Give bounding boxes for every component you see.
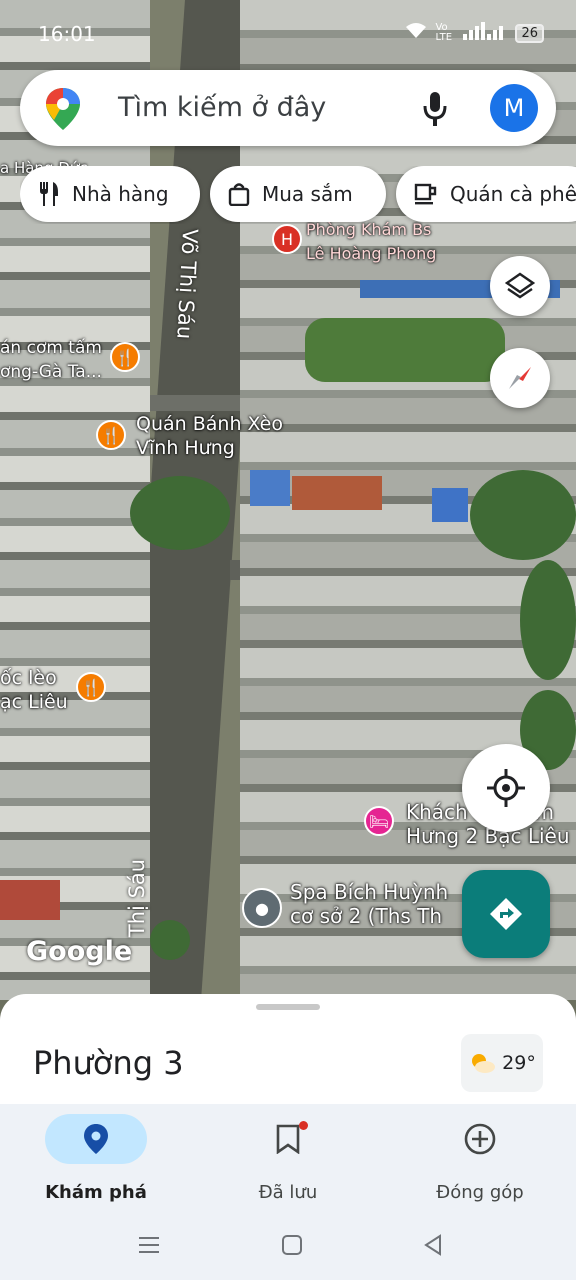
- hospital-marker[interactable]: H: [272, 224, 302, 254]
- status-bar: 16:01 Vo LTE 26: [0, 0, 576, 64]
- notification-dot: [299, 1121, 308, 1130]
- network-label: Vo LTE: [435, 22, 453, 43]
- microphone-icon[interactable]: [422, 92, 448, 130]
- shopping-bag-icon: [228, 183, 250, 206]
- recents-icon[interactable]: [138, 1234, 160, 1260]
- search-bar[interactable]: Tìm kiếm ở đây M: [20, 70, 556, 146]
- signal-icon: [463, 22, 507, 44]
- chip-label: Nhà hàng: [72, 182, 169, 206]
- area-title: Phường 3: [33, 1044, 184, 1082]
- place-label-spa[interactable]: Spa Bích Huỳnh cơ sở 2 (Ths Th: [290, 880, 448, 928]
- google-attribution: Google: [26, 936, 133, 967]
- place-label-com-tam[interactable]: án cơm tấm ơng-Gà Ta...: [0, 336, 102, 384]
- compass-icon: [509, 367, 531, 389]
- tab-label: Khám phá: [45, 1182, 147, 1203]
- layers-icon: [505, 272, 535, 299]
- avatar[interactable]: M: [490, 84, 538, 132]
- restaurant-marker[interactable]: 🍴: [76, 672, 106, 702]
- place-marker[interactable]: ●: [242, 888, 282, 928]
- tab-saved[interactable]: Đã lưu: [213, 1114, 363, 1203]
- partly-cloudy-icon: [472, 1054, 496, 1073]
- temperature: 29°: [502, 1052, 536, 1074]
- system-navigation-bar: [0, 1214, 576, 1280]
- home-icon[interactable]: [281, 1234, 303, 1260]
- chip-restaurants[interactable]: Nhà hàng: [20, 166, 200, 222]
- bottom-navigation: Khám phá Đã lưu Đóng góp: [0, 1104, 576, 1214]
- crosshair-icon: [487, 769, 525, 807]
- tab-explore[interactable]: Khám phá: [21, 1114, 171, 1203]
- chip-label: Quán cà phê: [450, 182, 576, 206]
- google-maps-logo-icon: [46, 88, 80, 134]
- coffee-icon: [414, 183, 437, 205]
- bookmark-icon: [276, 1124, 300, 1154]
- compass-button[interactable]: [490, 348, 550, 408]
- street-label-thi-sau: Thị Sáu: [125, 858, 150, 938]
- search-input[interactable]: Tìm kiếm ở đây: [118, 92, 326, 123]
- wifi-icon: [405, 22, 427, 44]
- hotel-marker[interactable]: 🛏: [364, 806, 394, 836]
- location-pin-icon: [84, 1124, 108, 1154]
- chip-label: Mua sắm: [262, 182, 353, 206]
- place-label-phong-kham[interactable]: Phòng Khám Bs Lê Hoàng Phong: [306, 218, 436, 266]
- place-label-banh-xeo[interactable]: Quán Bánh Xèo Vĩnh Hưng: [136, 412, 283, 460]
- status-time: 16:01: [38, 22, 96, 46]
- directions-button[interactable]: [462, 870, 550, 958]
- tab-label: Đã lưu: [258, 1182, 318, 1203]
- layers-button[interactable]: [490, 256, 550, 316]
- chip-coffee[interactable]: Quán cà phê: [396, 166, 576, 222]
- tab-label: Đóng góp: [436, 1182, 524, 1203]
- drag-handle[interactable]: [256, 1004, 320, 1010]
- restaurant-marker[interactable]: 🍴: [96, 420, 126, 450]
- directions-icon: [490, 898, 522, 930]
- bottom-sheet[interactable]: Phường 3 29°: [0, 994, 576, 1104]
- restaurant-marker[interactable]: 🍴: [110, 342, 140, 372]
- place-label-oc-leo[interactable]: ốc lèo ạc Liêu: [0, 666, 68, 714]
- battery-indicator: 26: [515, 23, 544, 43]
- tab-contribute[interactable]: Đóng góp: [405, 1114, 555, 1203]
- weather-badge[interactable]: 29°: [461, 1034, 543, 1092]
- add-circle-icon: [464, 1123, 496, 1155]
- category-chips: Nhà hàng Mua sắm Quán cà phê: [20, 166, 576, 224]
- satellite-map[interactable]: Võ Thị Sáu Thị Sáu a Hàng Đức H Phòng Kh…: [0, 0, 576, 1000]
- my-location-button[interactable]: [462, 744, 550, 832]
- back-icon[interactable]: [422, 1234, 444, 1260]
- fork-knife-icon: [40, 182, 58, 206]
- chip-shopping[interactable]: Mua sắm: [210, 166, 386, 222]
